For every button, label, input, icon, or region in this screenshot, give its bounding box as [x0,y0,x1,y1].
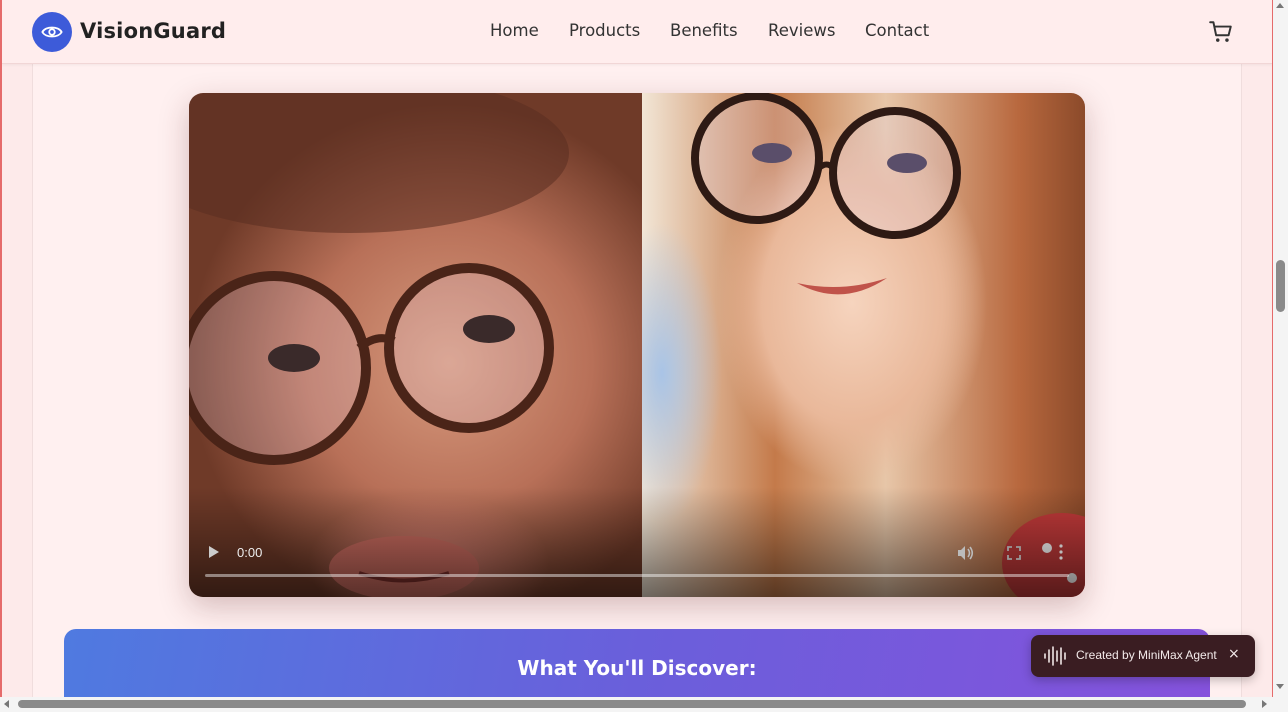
toast-text: Created by MiniMax Agent [1076,648,1217,662]
video-time: 0:00 [237,545,263,560]
seek-bar[interactable] [205,574,1069,577]
page-viewport: VisionGuard Home Products Benefits Revie… [0,0,1273,697]
nav-home[interactable]: Home [490,21,539,40]
horizontal-scrollbar[interactable] [0,697,1288,712]
nav-benefits[interactable]: Benefits [670,21,738,40]
more-options-icon[interactable] [1057,543,1065,561]
nav-contact[interactable]: Contact [865,21,929,40]
horizontal-scroll-thumb[interactable] [18,700,1246,708]
cart-icon [1209,21,1232,42]
main-nav: Home Products Benefits Reviews Contact [2,21,1272,45]
cart-button[interactable] [1208,19,1234,45]
vertical-scroll-thumb[interactable] [1276,260,1285,312]
site-header: VisionGuard Home Products Benefits Revie… [2,0,1272,64]
created-by-toast[interactable]: Created by MiniMax Agent × [1031,635,1255,677]
scroll-up-arrow-icon[interactable] [1276,3,1284,8]
nav-reviews[interactable]: Reviews [768,21,835,40]
scroll-left-arrow-icon[interactable] [4,700,9,708]
nav-products[interactable]: Products [569,21,640,40]
close-icon[interactable]: × [1228,646,1240,662]
video-player[interactable]: 0:00 [189,93,1085,597]
scroll-right-arrow-icon[interactable] [1262,700,1267,708]
vertical-scrollbar[interactable] [1273,0,1288,697]
scroll-down-arrow-icon[interactable] [1276,684,1284,689]
fullscreen-icon[interactable] [1007,546,1021,560]
video-controls: 0:00 [189,527,1085,597]
volume-icon[interactable] [957,545,975,561]
play-icon[interactable] [207,545,221,559]
sound-wave-icon [1044,646,1066,666]
